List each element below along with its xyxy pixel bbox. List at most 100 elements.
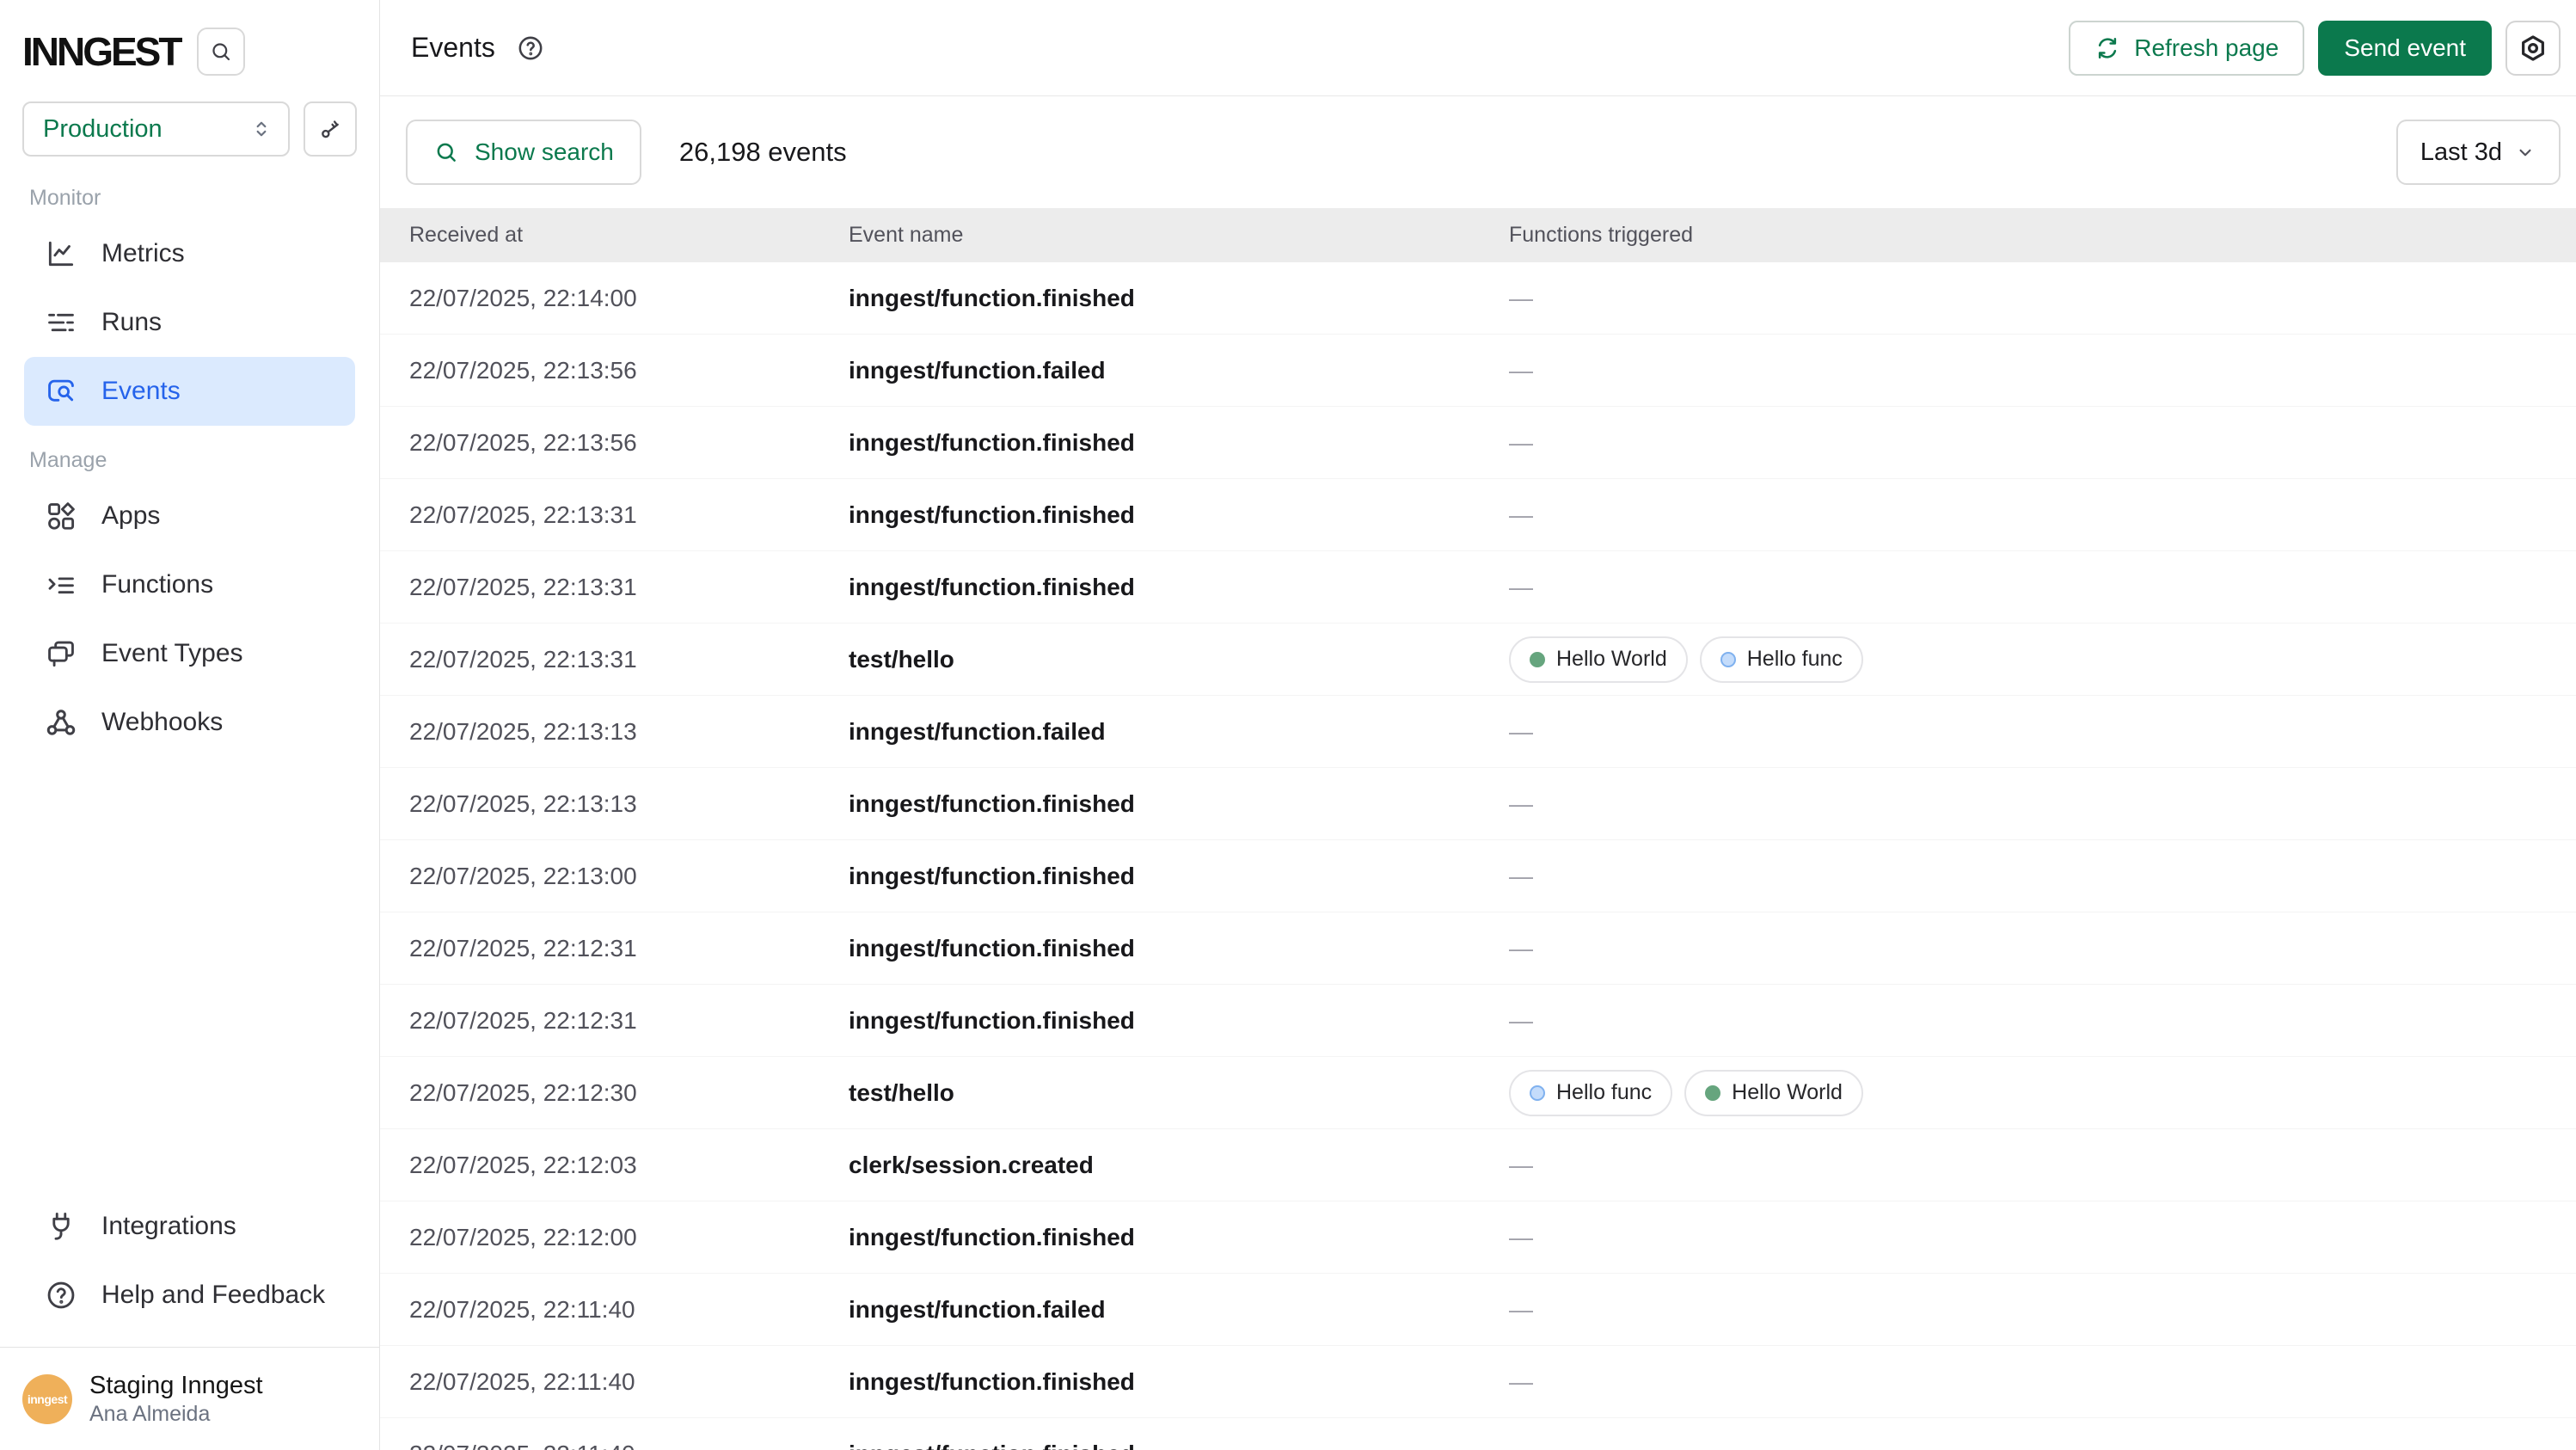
app-window: INNGEST Production Monitor [0,0,2576,1450]
event-row[interactable]: 22/07/2025, 22:13:00 inngest/function.fi… [380,840,2576,912]
main-content: Events Refresh page Send event [380,0,2576,1450]
page-title: Events [411,32,495,64]
environment-select[interactable]: Production [22,101,290,157]
function-status-dot [1720,652,1736,667]
sidebar-item-event-types[interactable]: Event Types [24,619,355,688]
event-row[interactable]: 22/07/2025, 22:13:13 inngest/function.fa… [380,696,2576,768]
function-badge[interactable]: Hello World [1684,1070,1863,1116]
cell-event-name: inngest/function.finished [849,790,1509,818]
environment-select-value: Production [43,115,163,144]
account-org-name: Staging Inngest [89,1370,263,1401]
cell-received-at: 22/07/2025, 22:11:40 [380,1368,849,1396]
event-row[interactable]: 22/07/2025, 22:11:40 inngest/function.fi… [380,1418,2576,1450]
events-table-body: 22/07/2025, 22:14:00 inngest/function.fi… [380,262,2576,1450]
sidebar-item-label: Integrations [101,1212,236,1241]
event-row[interactable]: 22/07/2025, 22:12:00 inngest/function.fi… [380,1201,2576,1274]
no-functions-dash: — [1509,1296,1533,1324]
sidebar-nav: Monitor Metrics Runs Events Manage [0,157,379,757]
cell-functions-triggered: — [1509,1152,2576,1179]
event-row[interactable]: 22/07/2025, 22:13:56 inngest/function.fi… [380,407,2576,479]
search-button[interactable] [197,28,245,76]
no-functions-dash: — [1509,935,1533,962]
sidebar-item-functions[interactable]: Functions [24,550,355,619]
function-badge[interactable]: Hello World [1509,636,1688,683]
cell-received-at: 22/07/2025, 22:13:31 [380,501,849,529]
sidebar-logo-row: INNGEST [0,0,379,76]
sidebar-item-webhooks[interactable]: Webhooks [24,688,355,757]
no-functions-dash: — [1509,1152,1533,1179]
settings-button[interactable] [2505,21,2561,76]
cell-event-name: test/hello [849,646,1509,673]
cell-functions-triggered: Hello func Hello World [1509,1070,2576,1116]
cell-event-name: inngest/function.failed [849,718,1509,746]
sidebar: INNGEST Production Monitor [0,0,380,1450]
cell-received-at: 22/07/2025, 22:12:00 [380,1224,849,1251]
cell-event-name: clerk/session.created [849,1152,1509,1179]
avatar: inngest [22,1374,72,1424]
help-icon [45,1279,77,1312]
inngest-logo: INNGEST [22,28,180,75]
time-range-select[interactable]: Last 3d [2396,120,2561,185]
cell-event-name: inngest/function.finished [849,1224,1509,1251]
events-table: Received at Event name Functions trigger… [380,208,2576,1450]
sidebar-item-help-and-feedback[interactable]: Help and Feedback [24,1261,355,1330]
event-row[interactable]: 22/07/2025, 22:12:31 inngest/function.fi… [380,985,2576,1057]
event-row[interactable]: 22/07/2025, 22:12:03 clerk/session.creat… [380,1129,2576,1201]
no-functions-dash: — [1509,790,1533,818]
cell-received-at: 22/07/2025, 22:12:31 [380,1007,849,1035]
sidebar-item-apps[interactable]: Apps [24,482,355,550]
function-badge-label: Hello func [1747,647,1843,672]
cell-received-at: 22/07/2025, 22:13:00 [380,863,849,890]
refresh-icon [2095,35,2120,61]
cell-event-name: inngest/function.finished [849,285,1509,312]
no-functions-dash: — [1509,1224,1533,1251]
no-functions-dash: — [1509,1368,1533,1396]
event-row[interactable]: 22/07/2025, 22:11:40 inngest/function.fi… [380,1346,2576,1418]
column-header-received-at: Received at [380,223,849,248]
help-circle-icon [516,34,545,63]
chevron-up-down-icon [250,118,273,140]
function-badge-label: Hello func [1556,1080,1652,1105]
events-count: 26,198 events [679,137,847,168]
sidebar-item-label: Runs [101,308,162,337]
event-row[interactable]: 22/07/2025, 22:13:31 inngest/function.fi… [380,551,2576,624]
page-help-button[interactable] [516,34,545,63]
search-icon [209,40,233,64]
send-event-button[interactable]: Send event [2318,21,2492,76]
metrics-icon [45,237,77,270]
event-row[interactable]: 22/07/2025, 22:13:31 inngest/function.fi… [380,479,2576,551]
refresh-page-button[interactable]: Refresh page [2069,21,2304,76]
sidebar-item-label: Apps [101,501,160,531]
sidebar-item-runs[interactable]: Runs [24,288,355,357]
function-badge[interactable]: Hello func [1509,1070,1672,1116]
cell-event-name: inngest/function.finished [849,1007,1509,1035]
event-row[interactable]: 22/07/2025, 22:12:30 test/hello Hello fu… [380,1057,2576,1129]
event-row[interactable]: 22/07/2025, 22:12:31 inngest/function.fi… [380,912,2576,985]
event-row[interactable]: 22/07/2025, 22:13:31 test/hello Hello Wo… [380,624,2576,696]
cell-functions-triggered: — [1509,429,2576,457]
sidebar-item-events[interactable]: Events [24,357,355,426]
account-info: Staging Inngest Ana Almeida [89,1370,263,1428]
sidebar-item-metrics[interactable]: Metrics [24,219,355,288]
event-row[interactable]: 22/07/2025, 22:13:56 inngest/function.fa… [380,335,2576,407]
event-row[interactable]: 22/07/2025, 22:11:40 inngest/function.fa… [380,1274,2576,1346]
events-toolbar: Show search 26,198 events Last 3d [380,96,2576,208]
cell-received-at: 22/07/2025, 22:13:56 [380,429,849,457]
cell-event-name: inngest/function.finished [849,574,1509,601]
event-keys-button[interactable] [304,101,357,157]
sidebar-item-integrations[interactable]: Integrations [24,1192,355,1261]
cell-received-at: 22/07/2025, 22:13:13 [380,718,849,746]
show-search-button[interactable]: Show search [406,120,641,185]
functions-icon [45,568,77,601]
account-switcher[interactable]: inngest Staging Inngest Ana Almeida [0,1347,379,1450]
no-functions-dash: — [1509,1441,1533,1450]
no-functions-dash: — [1509,1007,1533,1035]
cell-functions-triggered: Hello World Hello func [1509,636,2576,683]
event-row[interactable]: 22/07/2025, 22:13:13 inngest/function.fi… [380,768,2576,840]
event-row[interactable]: 22/07/2025, 22:14:00 inngest/function.fi… [380,262,2576,335]
function-badge[interactable]: Hello func [1700,636,1863,683]
chevron-down-icon [2514,141,2536,163]
column-header-functions-triggered: Functions triggered [1509,223,2576,248]
function-badge-label: Hello World [1732,1080,1843,1105]
plug-icon [45,1210,77,1243]
